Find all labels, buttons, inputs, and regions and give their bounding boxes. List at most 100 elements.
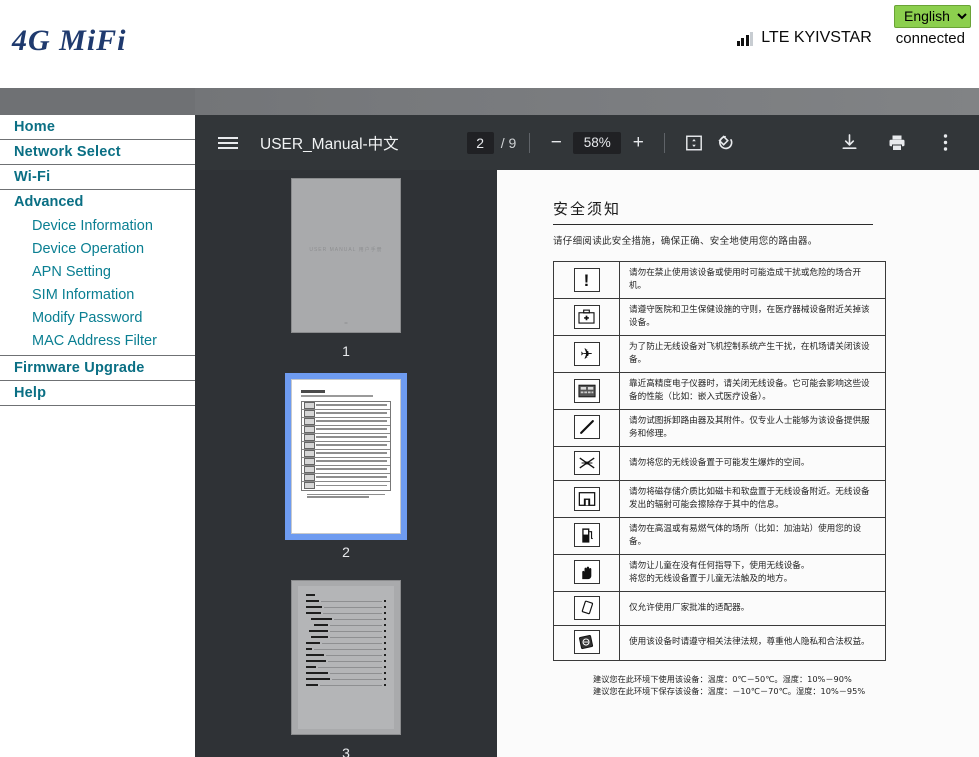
sidebar: Home Network Select Wi-Fi Advanced Devic… (0, 115, 195, 757)
more-options-icon[interactable] (929, 127, 961, 159)
pdf-viewer: USER_Manual-中文 / 9 − 58% + (195, 115, 979, 757)
gas-station-icon (554, 518, 620, 555)
table-row: 靠近高精度电子仪器时，请关闭无线设备。它可能会影响这些设备的性能（比如：嵌入式医… (554, 373, 886, 410)
sidebar-subitem-label: APN Setting (32, 264, 111, 280)
connection-state-label: connected (896, 30, 965, 47)
sidebar-subitem-label: Device Information (32, 218, 153, 234)
table-row: 请遵守医院和卫生保健设施的守则，在医疗器械设备附近关掉该设备。 (554, 299, 886, 336)
thumbnail-page-3[interactable] (291, 580, 401, 735)
signal-strength-icon (737, 31, 754, 46)
toolbar-divider (664, 133, 665, 153)
footer-line: 建议您在此环境下保存该设备：温度：－10℃－70℃。湿度：10%－95% (593, 685, 943, 697)
thumbnail-page-footer-mark (345, 322, 348, 324)
toolbar-actions (833, 127, 979, 159)
page-number-input[interactable] (467, 132, 494, 154)
page-navigation: / 9 (467, 132, 517, 154)
airplane-icon: ✈ (554, 336, 620, 373)
document-title: 安全须知 (553, 198, 873, 225)
table-cell-text: 为了防止无线设备对飞机控制系统产生干扰，在机场请关闭该设备。 (620, 336, 886, 373)
sidebar-item-firmware-upgrade[interactable]: Firmware Upgrade (0, 356, 195, 381)
print-icon[interactable] (881, 127, 913, 159)
hamburger-icon[interactable] (212, 127, 244, 159)
sidebar-item-device-operation[interactable]: Device Operation (0, 238, 195, 261)
table-cell-text: 请勿在高温或有易燃气体的场所（比如：加油站）使用您的设备。 (620, 518, 886, 555)
keep-away-from-children-icon (554, 555, 620, 592)
table-cell-text: 靠近高精度电子仪器时，请关闭无线设备。它可能会影响这些设备的性能（比如：嵌入式医… (620, 373, 886, 410)
sidebar-item-sim-information[interactable]: SIM Information (0, 284, 195, 307)
sidebar-subitem-label: MAC Address Filter (32, 333, 157, 349)
thumbnail-label-2: 2 (342, 544, 350, 560)
thumbnail-page-2-preview (299, 386, 393, 527)
zoom-in-button[interactable]: + (625, 130, 651, 156)
sidebar-item-help[interactable]: Help (0, 381, 195, 406)
header-divider-band-left (0, 88, 195, 115)
app-header: 4G MiFi English LTE KYIVSTAR connected (0, 0, 979, 88)
thumbnail-page-1[interactable]: USER MANUAL 用户手册 (291, 178, 401, 333)
approved-adapter-icon (554, 592, 620, 626)
sidebar-item-wifi[interactable]: Wi-Fi (0, 165, 195, 190)
sidebar-subitem-label: Device Operation (32, 241, 144, 257)
sidebar-item-label: Home (14, 119, 55, 135)
sidebar-item-apn-setting[interactable]: APN Setting (0, 261, 195, 284)
sidebar-item-label: Network Select (14, 144, 121, 160)
pdf-document-title: USER_Manual-中文 (260, 132, 399, 154)
exclamation-icon: ! (554, 262, 620, 299)
carrier-name: LTE KYIVSTAR (761, 29, 872, 47)
explosion-hazard-icon (554, 447, 620, 481)
sidebar-subitem-label: Modify Password (32, 310, 142, 326)
table-cell-text: 请勿让儿童在没有任何指导下，使用无线设备。 将您的无线设备置于儿童无法触及的地方… (620, 555, 886, 592)
pdf-toolbar: USER_Manual-中文 / 9 − 58% + (195, 115, 979, 170)
toolbar-divider (529, 133, 530, 153)
sidebar-item-advanced[interactable]: Advanced (0, 190, 195, 215)
thumbnail-panel[interactable]: USER MANUAL 用户手册 1 (195, 170, 497, 757)
page-total-label: / 9 (501, 135, 517, 151)
sidebar-item-label: Advanced (14, 194, 83, 210)
no-disassembly-icon (554, 410, 620, 447)
footer-line: 建议您在此环境下使用该设备：温度：0℃－50℃。湿度：10%－90% (593, 673, 943, 685)
sidebar-item-home[interactable]: Home (0, 115, 195, 140)
table-cell-text: 请勿将磁存储介质比如磁卡和软盘置于无线设备附近。无线设备发出的辐射可能会擦除存于… (620, 481, 886, 518)
sidebar-item-label: Firmware Upgrade (14, 360, 145, 376)
sidebar-group-advanced: Advanced Device Information Device Opera… (0, 190, 195, 356)
table-row: ✈ 为了防止无线设备对飞机控制系统产生干扰，在机场请关闭该设备。 (554, 336, 886, 373)
magnetic-media-icon (554, 481, 620, 518)
precision-instrument-icon (554, 373, 620, 410)
safety-instructions-table: ! 请勿在禁止使用该设备或使用时可能造成干扰或危险的场合开机。 (553, 261, 886, 661)
sidebar-nav: Home Network Select Wi-Fi Advanced Devic… (0, 115, 195, 406)
table-row: 使用该设备时请遵守相关法律法规，尊重他人隐私和合法权益。 (554, 626, 886, 661)
table-row: ! 请勿在禁止使用该设备或使用时可能造成干扰或危险的场合开机。 (554, 262, 886, 299)
table-cell-text: 请勿试图拆卸路由器及其附件。仅专业人士能够为该设备提供服务和修理。 (620, 410, 886, 447)
table-row: 仅允许使用厂家批准的适配器。 (554, 592, 886, 626)
thumbnail-page-2[interactable] (291, 379, 401, 534)
thumbnail-page-3-preview (298, 586, 394, 729)
table-row: 请勿在高温或有易燃气体的场所（比如：加油站）使用您的设备。 (554, 518, 886, 555)
table-cell-text: 请勿将您的无线设备置于可能发生爆炸的空间。 (620, 447, 886, 481)
rotate-counterclockwise-icon[interactable] (710, 127, 742, 159)
download-icon[interactable] (833, 127, 865, 159)
sidebar-item-label: Wi-Fi (14, 169, 50, 185)
document-footer: 建议您在此环境下使用该设备：温度：0℃－50℃。湿度：10%－90% 建议您在此… (553, 673, 943, 697)
sidebar-item-device-information[interactable]: Device Information (0, 215, 195, 238)
sidebar-item-network-select[interactable]: Network Select (0, 140, 195, 165)
thumbnail-label-1: 1 (342, 343, 350, 359)
thumbnail-label-3: 3 (342, 745, 350, 757)
language-select[interactable]: English (894, 5, 971, 28)
thumbnail-cover-text: USER MANUAL 用户手册 (309, 246, 382, 253)
sidebar-item-label: Help (14, 385, 46, 401)
table-cell-text: 仅允许使用厂家批准的适配器。 (620, 592, 886, 626)
table-row: 请勿将磁存储介质比如磁卡和软盘置于无线设备附近。无线设备发出的辐射可能会擦除存于… (554, 481, 886, 518)
pdf-page-canvas[interactable]: 安全须知 请仔细阅读此安全措施，确保正确、安全地使用您的路由器。 ! 请勿在禁止… (497, 170, 979, 757)
table-cell-text: 使用该设备时请遵守相关法律法规，尊重他人隐私和合法权益。 (620, 626, 886, 661)
zoom-level-display[interactable]: 58% (573, 132, 621, 154)
table-row: 请勿让儿童在没有任何指导下，使用无线设备。 将您的无线设备置于儿童无法触及的地方… (554, 555, 886, 592)
sidebar-item-mac-address-filter[interactable]: MAC Address Filter (0, 330, 195, 353)
app-logo: 4G MiFi (12, 24, 127, 58)
hospital-icon (554, 299, 620, 336)
table-cell-text: 请勿在禁止使用该设备或使用时可能造成干扰或危险的场合开机。 (620, 262, 886, 299)
zoom-out-button[interactable]: − (543, 130, 569, 156)
connection-status-zone: LTE KYIVSTAR connected (737, 29, 965, 47)
sidebar-subitem-label: SIM Information (32, 287, 134, 303)
sidebar-item-modify-password[interactable]: Modify Password (0, 307, 195, 330)
fit-to-page-icon[interactable] (678, 127, 710, 159)
table-row: 请勿试图拆卸路由器及其附件。仅专业人士能够为该设备提供服务和修理。 (554, 410, 886, 447)
